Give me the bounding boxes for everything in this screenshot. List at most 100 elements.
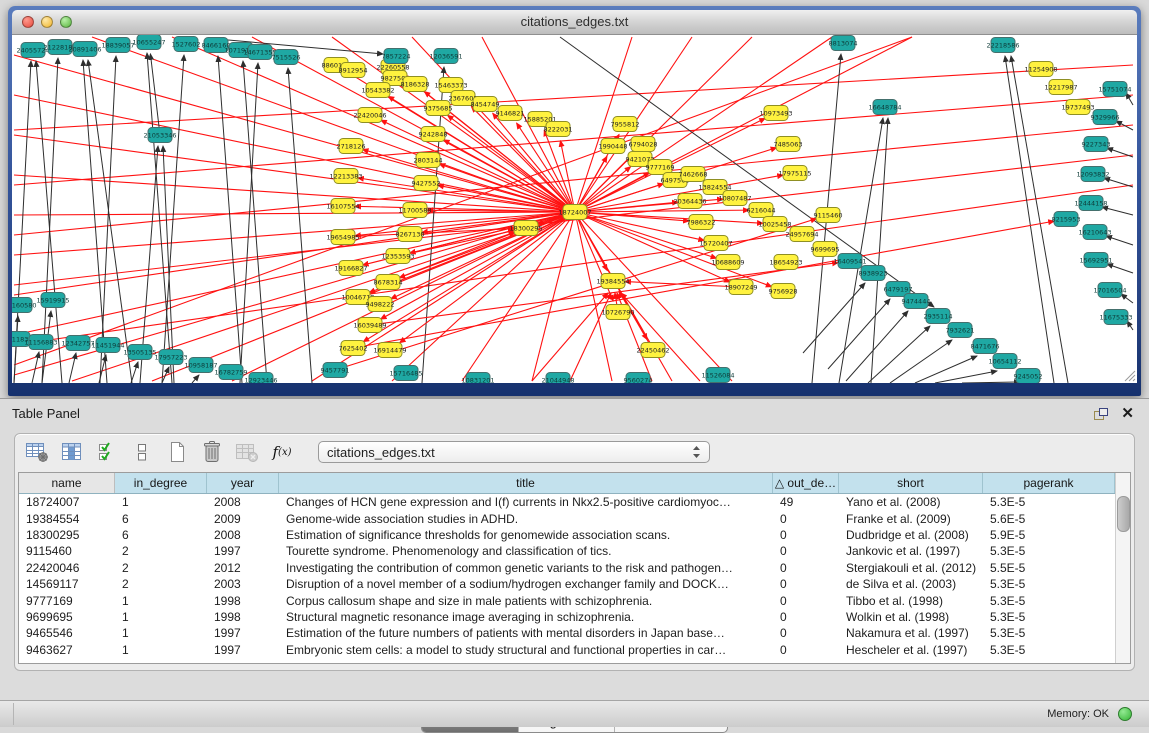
graph-node[interactable]: 15919915 <box>36 293 69 308</box>
graph-node[interactable]: 16210643 <box>1078 225 1111 240</box>
graph-node[interactable]: 1527602 <box>172 37 201 52</box>
graph-node[interactable]: 18654923 <box>769 255 802 270</box>
graph-node[interactable]: 2718126 <box>337 139 366 154</box>
graph-node[interactable]: 11675333 <box>1099 310 1132 325</box>
graph-node[interactable]: 10726790 <box>601 305 634 320</box>
graph-node[interactable]: 8938923 <box>859 266 888 281</box>
minimize-window-button[interactable] <box>41 16 53 28</box>
graph-node[interactable]: 15716485 <box>389 366 422 381</box>
graph-node[interactable]: 12342757 <box>61 336 94 351</box>
graph-node[interactable]: 8813074 <box>829 36 858 51</box>
graph-node[interactable]: 15720407 <box>699 236 732 251</box>
graph-node[interactable]: 22450462 <box>636 343 669 358</box>
graph-node[interactable]: 9242848 <box>419 127 448 142</box>
delete-column-button[interactable] <box>199 440 225 464</box>
graph-node[interactable]: 9560274 <box>624 373 653 384</box>
graph-node[interactable]: 10654112 <box>988 354 1021 369</box>
graph-node[interactable]: 18907249 <box>724 280 757 295</box>
graph-node[interactable]: 8222031 <box>544 122 573 137</box>
graph-node[interactable]: 9427552 <box>412 176 441 191</box>
graph-node[interactable]: 12217987 <box>1044 80 1077 95</box>
table-row[interactable]: 1938455462009Genome-wide association stu… <box>19 510 1130 526</box>
graph-node[interactable]: 21044948 <box>541 373 574 384</box>
graph-node[interactable]: 7485063 <box>774 137 803 152</box>
graph-node[interactable]: 7515526 <box>272 50 301 65</box>
graph-node[interactable]: 9474444 <box>902 294 931 309</box>
table-row[interactable]: 969969511998Structural magnetic resonanc… <box>19 609 1130 625</box>
graph-node[interactable]: 12353593 <box>381 249 414 264</box>
graph-node[interactable]: 11451944 <box>91 338 124 353</box>
graph-node[interactable]: 1990448 <box>599 139 628 154</box>
graph-node[interactable]: 18300295 <box>509 221 542 236</box>
graph-node[interactable]: 10831201 <box>461 373 494 384</box>
graph-node[interactable]: 10973493 <box>759 106 792 121</box>
column-header[interactable]: year <box>207 473 279 493</box>
window-titlebar[interactable]: citations_edges.txt <box>12 10 1137 35</box>
table-row[interactable]: 2242004622012Investigating the contribut… <box>19 560 1130 576</box>
graph-node[interactable]: 6794028 <box>629 137 658 152</box>
graph-node[interactable]: 7857224 <box>382 49 411 64</box>
close-panel-icon[interactable]: ✕ <box>1121 404 1134 422</box>
scrollbar-thumb[interactable] <box>1117 496 1130 532</box>
graph-node[interactable]: 24957694 <box>785 227 818 242</box>
graph-node[interactable]: 10025458 <box>758 217 791 232</box>
graph-node[interactable]: 12444158 <box>1074 196 1107 211</box>
graph-node[interactable]: 8471676 <box>971 339 1000 354</box>
graph-node[interactable]: 12213383 <box>329 169 362 184</box>
graph-node[interactable]: 9375685 <box>424 101 453 116</box>
graph-node[interactable]: 22420046 <box>353 108 386 123</box>
graph-node[interactable]: 9146821 <box>496 106 525 121</box>
graph-node[interactable]: 16782759 <box>214 365 247 380</box>
select-rows-button[interactable] <box>94 440 120 464</box>
graph-node[interactable]: 2803144 <box>414 153 443 168</box>
table-row[interactable]: 1830029562008Estimation of significance … <box>19 527 1130 543</box>
graph-node[interactable]: 9756928 <box>769 284 798 299</box>
graph-node[interactable]: 11156883 <box>24 335 57 350</box>
graph-node[interactable]: 6216044 <box>747 203 776 218</box>
graph-node[interactable]: 2935114 <box>924 309 953 324</box>
new-column-button[interactable] <box>164 440 190 464</box>
graph-node[interactable]: 22218586 <box>986 38 1019 53</box>
graph-node[interactable]: 8678314 <box>374 275 403 290</box>
graph-node[interactable]: 11254908 <box>1024 62 1057 77</box>
graph-node[interactable]: 17957223 <box>154 350 187 365</box>
graph-node[interactable]: 13505135 <box>123 345 156 360</box>
table-chooser-dropdown[interactable]: citations_edges.txt <box>318 441 710 463</box>
show-columns-button[interactable] <box>59 440 85 464</box>
column-header[interactable]: short <box>839 473 983 493</box>
graph-node[interactable]: 9699695 <box>811 242 840 257</box>
graph-node[interactable]: 7462668 <box>679 167 708 182</box>
graph-node[interactable]: 9457791 <box>321 363 350 378</box>
graph-node[interactable]: 21053346 <box>143 128 176 143</box>
graph-node[interactable]: 7932621 <box>946 323 975 338</box>
graph-node[interactable]: 7625402 <box>339 341 368 356</box>
table-row[interactable]: 977716911998Corpus callosum shape and si… <box>19 592 1130 608</box>
graph-node[interactable]: 7986322 <box>687 215 716 230</box>
column-header[interactable]: in_degree <box>115 473 207 493</box>
graph-node[interactable]: 16648784 <box>868 100 901 115</box>
row-height-button[interactable] <box>129 440 155 464</box>
graph-node[interactable]: 19166827 <box>334 261 367 276</box>
graph-node[interactable]: 10655247 <box>132 35 165 50</box>
network-canvas[interactable]: 1872400718300295193845548860128891295422… <box>12 35 1137 383</box>
graph-node[interactable]: 9115460 <box>814 208 843 223</box>
graph-node[interactable]: 16107554 <box>326 199 359 214</box>
zoom-window-button[interactable] <box>60 16 72 28</box>
graph-node[interactable]: 12093832 <box>1076 167 1109 182</box>
graph-node[interactable]: 15751074 <box>1098 82 1131 97</box>
function-builder-button[interactable]: f(x) <box>269 440 295 464</box>
graph-node[interactable]: 16409541 <box>833 254 866 269</box>
column-header[interactable]: title <box>279 473 773 493</box>
graph-node[interactable]: 10688609 <box>711 255 744 270</box>
network-canvas-svg[interactable]: 1872400718300295193845548860128891295422… <box>12 35 1137 383</box>
column-header[interactable]: pagerank <box>983 473 1115 493</box>
graph-node[interactable]: 19654985 <box>326 230 359 245</box>
float-panel-icon[interactable] <box>1093 407 1109 426</box>
graph-node[interactable]: 16914479 <box>373 343 406 358</box>
table-row[interactable]: 911546021997Tourette syndrome. Phenomeno… <box>19 543 1130 559</box>
graph-node[interactable]: 10543382 <box>361 83 394 98</box>
graph-node[interactable]: 20891406 <box>68 42 101 57</box>
graph-node[interactable]: 12923446 <box>244 373 277 384</box>
graph-node[interactable]: 18839057 <box>101 38 134 53</box>
graph-node[interactable]: 16039489 <box>353 318 386 333</box>
